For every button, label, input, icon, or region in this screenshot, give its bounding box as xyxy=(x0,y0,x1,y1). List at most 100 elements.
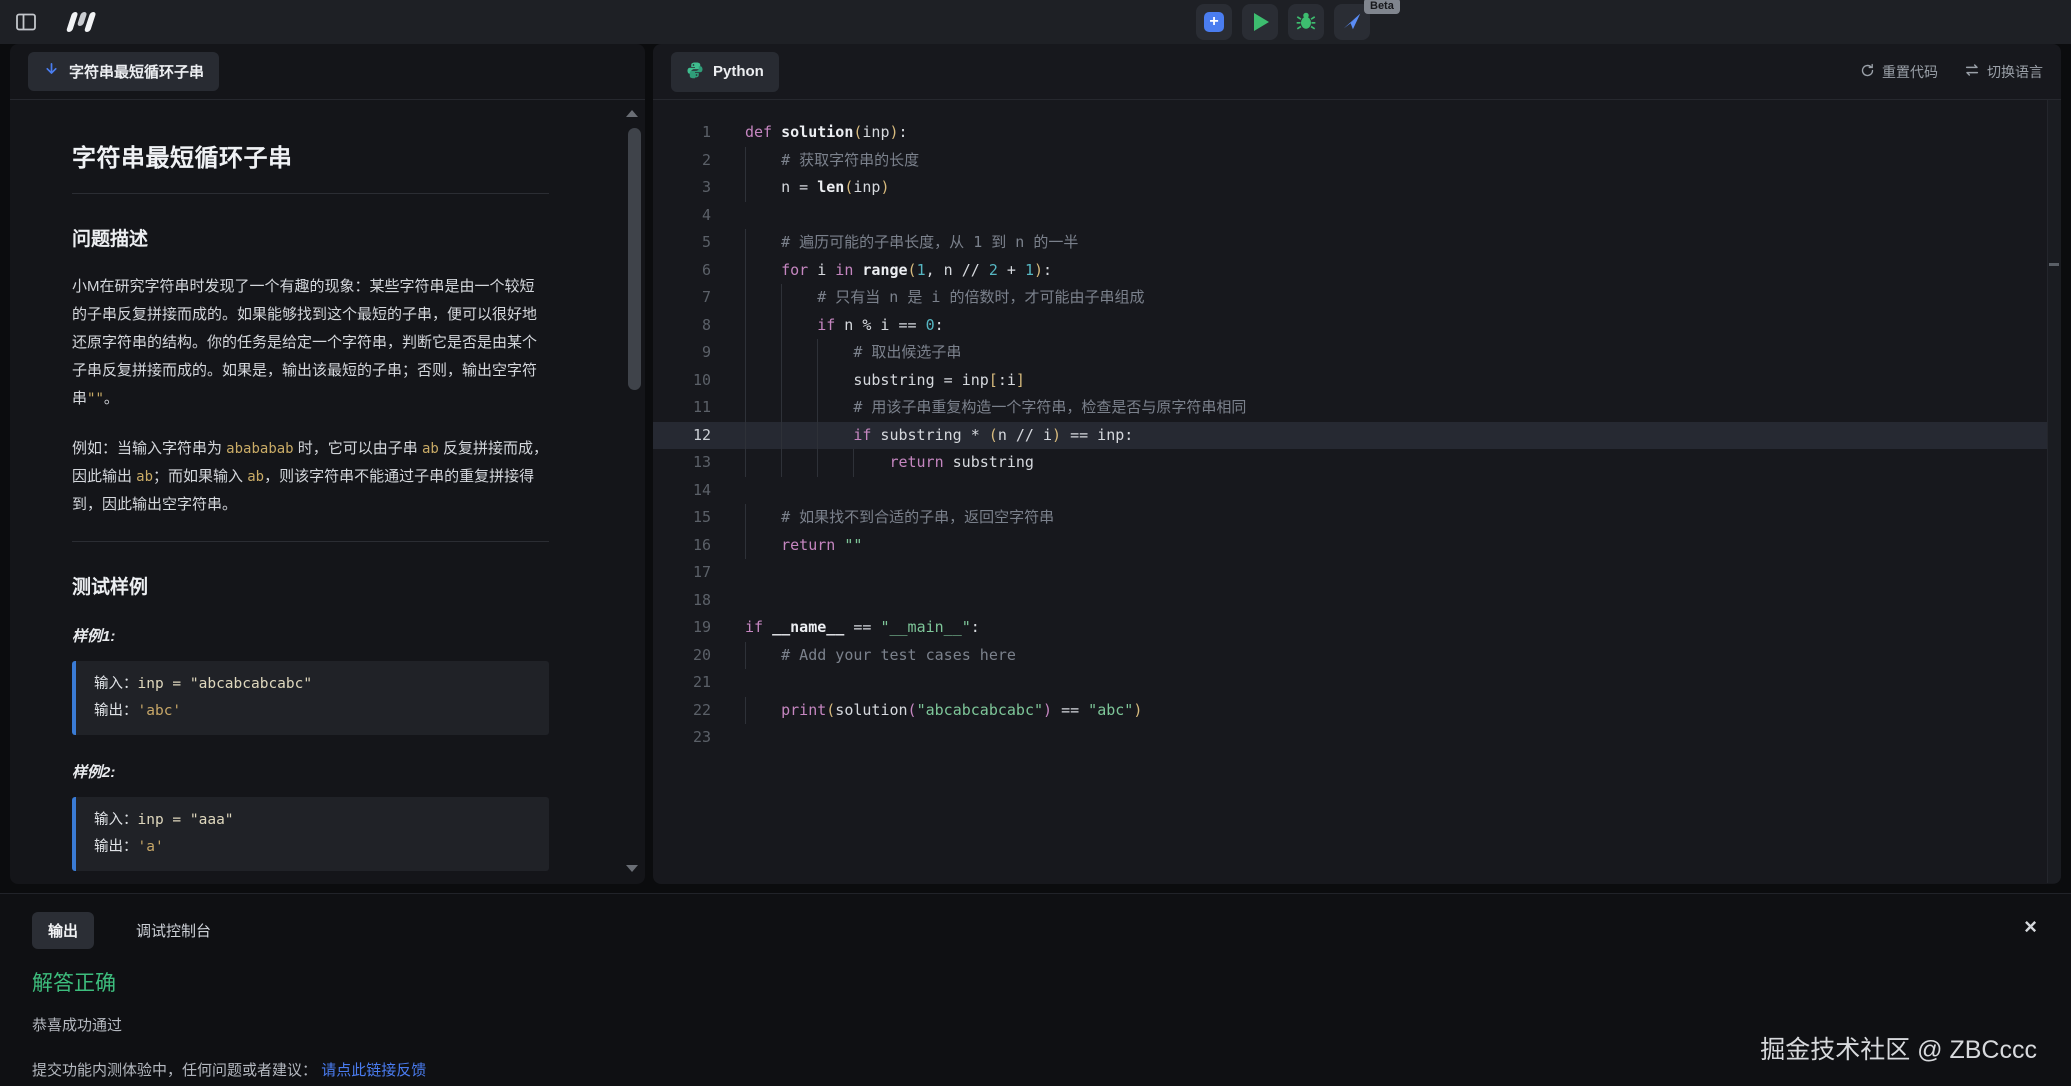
paper-plane-icon xyxy=(1341,10,1363,35)
code-line[interactable]: 3n = len(inp) xyxy=(653,174,2061,202)
tab-debug-console[interactable]: 调试控制台 xyxy=(120,912,227,949)
line-number: 4 xyxy=(653,202,711,230)
problem-content: 字符串最短循环子串 问题描述 小M在研究字符串时发现了一个有趣的现象：某些字符串… xyxy=(10,100,645,883)
problem-panel: 字符串最短循环子串 字符串最短循环子串 问题描述 小M在研究字符串时发现了一个有… xyxy=(10,44,645,884)
sample-row: 输入：inp = "aaa" xyxy=(94,807,531,834)
code-line[interactable]: 9# 取出候选子串 xyxy=(653,339,2061,367)
run-controls: + xyxy=(1196,4,1370,40)
line-number: 5 xyxy=(653,229,711,257)
feedback-text: 提交功能内测体验中，任何问题或者建议： xyxy=(32,1062,317,1079)
code-line[interactable]: 13return substring xyxy=(653,449,2061,477)
line-number: 11 xyxy=(653,394,711,422)
line-number: 6 xyxy=(653,257,711,285)
code-line[interactable]: 4 xyxy=(653,202,2061,230)
code-editor[interactable]: 1def solution(inp):2# 获取字符串的长度3n = len(i… xyxy=(653,100,2061,883)
sample-block: 输入：inp = "abcabcabcabc"输出：'abc' xyxy=(72,661,549,735)
sample-label: 样例1: xyxy=(72,625,549,646)
code-line[interactable]: 14 xyxy=(653,477,2061,505)
code-line[interactable]: 22print(solution("abcabcabcabc") == "abc… xyxy=(653,697,2061,725)
code-line[interactable]: 7# 只有当 n 是 i 的倍数时，才可能由子串组成 xyxy=(653,284,2061,312)
feedback-link[interactable]: 请点此链接反馈 xyxy=(321,1062,426,1079)
reset-icon xyxy=(1860,63,1875,81)
tab-output[interactable]: 输出 xyxy=(32,912,94,949)
line-number: 21 xyxy=(653,669,711,697)
code-line[interactable]: 12if substring * (n // i) == inp: xyxy=(653,422,2061,450)
editor-overview-ruler[interactable] xyxy=(2047,100,2061,883)
inline-code: "" xyxy=(87,391,104,407)
code-line[interactable]: 2# 获取字符串的长度 xyxy=(653,147,2061,175)
sidebar-toggle-button[interactable] xyxy=(14,10,38,34)
code-line[interactable]: 6for i in range(1, n // 2 + 1): xyxy=(653,257,2061,285)
add-button[interactable]: + xyxy=(1196,4,1232,40)
divider xyxy=(72,193,549,194)
language-tab-label: Python xyxy=(713,63,764,80)
editor-panel: Python 重置代码 xyxy=(653,44,2061,884)
divider xyxy=(72,541,549,542)
line-number: 10 xyxy=(653,367,711,395)
switch-language-label: 切换语言 xyxy=(1987,62,2043,82)
code-line[interactable]: 23 xyxy=(653,724,2061,752)
problem-tab-label: 字符串最短循环子串 xyxy=(69,61,204,82)
examples-heading: 测试样例 xyxy=(72,572,549,599)
sample-block: 输入：inp = "aaa"输出：'a' xyxy=(72,797,549,871)
scroll-down-arrow[interactable] xyxy=(626,865,638,872)
debug-button[interactable] xyxy=(1288,4,1324,40)
plus-icon: + xyxy=(1204,12,1224,32)
play-icon xyxy=(1254,13,1269,31)
problem-tab[interactable]: 字符串最短循环子串 xyxy=(28,52,219,91)
code-line[interactable]: 17 xyxy=(653,559,2061,587)
problem-title: 字符串最短循环子串 xyxy=(72,138,549,173)
sample-label: 样例2: xyxy=(72,761,549,782)
line-number: 15 xyxy=(653,504,711,532)
line-number: 19 xyxy=(653,614,711,642)
line-number: 3 xyxy=(653,174,711,202)
test-samples: 样例1: 输入：inp = "abcabcabcabc"输出：'abc' 样例2: 输… xyxy=(72,625,549,883)
line-number: 22 xyxy=(653,697,711,725)
python-icon xyxy=(686,61,704,83)
line-number: 18 xyxy=(653,587,711,615)
problem-panel-header: 字符串最短循环子串 xyxy=(10,44,645,100)
code-line[interactable]: 15# 如果找不到合适的子串，返回空字符串 xyxy=(653,504,2061,532)
reset-code-button[interactable]: 重置代码 xyxy=(1860,62,1938,82)
line-number: 9 xyxy=(653,339,711,367)
line-number: 1 xyxy=(653,119,711,147)
sample-row: 输出：'abc' xyxy=(94,698,531,725)
code-line[interactable]: 10substring = inp[:i] xyxy=(653,367,2061,395)
inline-code: abababab xyxy=(226,441,293,457)
switch-language-button[interactable]: 切换语言 xyxy=(1964,62,2043,82)
code-line[interactable]: 5# 遍历可能的子串长度，从 1 到 n 的一半 xyxy=(653,229,2061,257)
sidebar-toggle-icon xyxy=(14,22,38,37)
code-line[interactable]: 1def solution(inp): xyxy=(653,119,2061,147)
inline-code: ab xyxy=(136,469,153,485)
line-number: 13 xyxy=(653,449,711,477)
problem-paragraph: 小M在研究字符串时发现了一个有趣的现象：某些字符串是由一个较短的子串反复拼接而成… xyxy=(72,273,549,413)
marscode-logo xyxy=(64,7,104,37)
code-line[interactable]: 16return "" xyxy=(653,532,2061,560)
scrollbar-thumb[interactable] xyxy=(628,128,641,390)
line-number: 23 xyxy=(653,724,711,752)
run-button[interactable] xyxy=(1242,4,1278,40)
code-line[interactable]: 21 xyxy=(653,669,2061,697)
scroll-up-arrow[interactable] xyxy=(626,110,638,117)
line-number: 8 xyxy=(653,312,711,340)
language-tab-python[interactable]: Python xyxy=(671,52,779,92)
output-panel: 输出调试控制台 × 解答正确 恭喜成功通过 提交功能内测体验中，任何问题或者建议… xyxy=(0,893,2071,1086)
overview-ruler-mark xyxy=(2049,263,2059,266)
switch-arrows-icon xyxy=(1964,62,1980,81)
line-number: 7 xyxy=(653,284,711,312)
line-number: 2 xyxy=(653,147,711,175)
topbar: + xyxy=(0,0,2071,44)
description-heading: 问题描述 xyxy=(72,224,549,251)
arrow-down-icon xyxy=(43,61,60,82)
line-number: 20 xyxy=(653,642,711,670)
line-number: 12 xyxy=(653,422,711,450)
result-status: 解答正确 xyxy=(32,967,2071,997)
inline-code: ab xyxy=(247,469,264,485)
code-line[interactable]: 18 xyxy=(653,587,2061,615)
code-line[interactable]: 20# Add your test cases here xyxy=(653,642,2061,670)
close-button[interactable]: × xyxy=(2024,916,2037,938)
code-line[interactable]: 19if __name__ == "__main__": xyxy=(653,614,2061,642)
code-line[interactable]: 11# 用该子串重复构造一个字符串，检查是否与原字符串相同 xyxy=(653,394,2061,422)
code-line[interactable]: 8if n % i == 0: xyxy=(653,312,2061,340)
line-number: 16 xyxy=(653,532,711,560)
